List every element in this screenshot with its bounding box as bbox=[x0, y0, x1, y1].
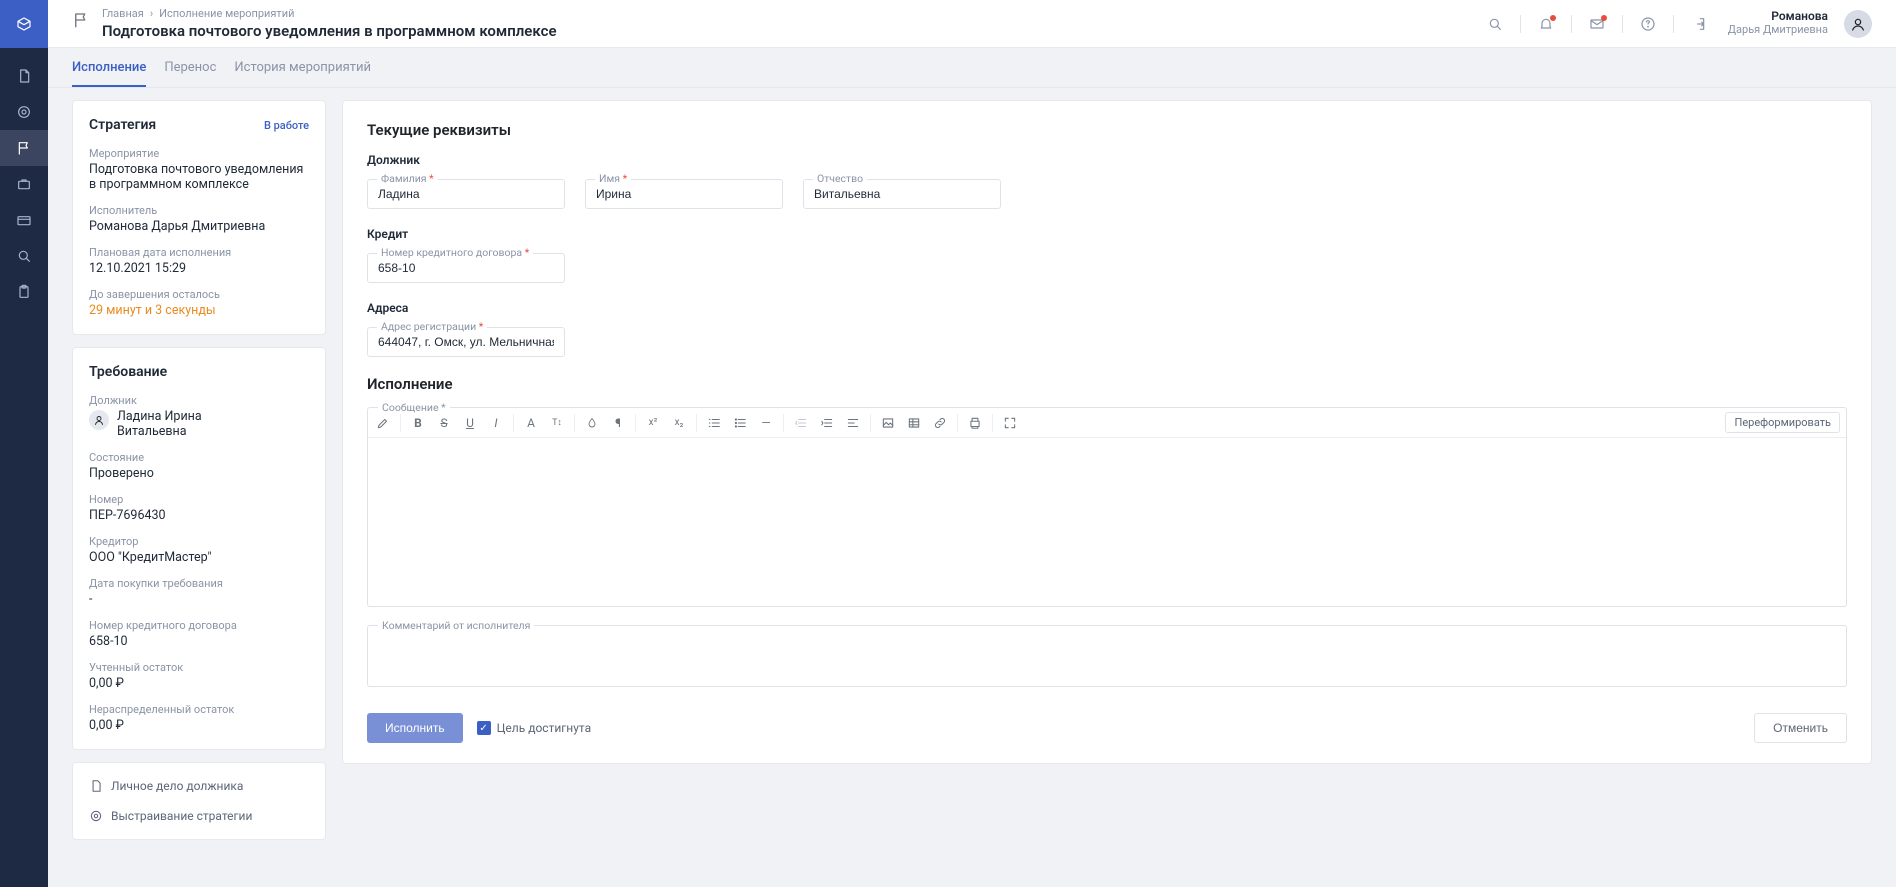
logout-icon[interactable] bbox=[1684, 9, 1714, 39]
search-icon[interactable] bbox=[1480, 9, 1510, 39]
execute-button[interactable]: Исполнить bbox=[367, 713, 463, 743]
print-icon[interactable] bbox=[962, 408, 988, 438]
nav-briefcase[interactable] bbox=[0, 166, 48, 202]
align-icon[interactable] bbox=[840, 408, 866, 438]
cancel-button[interactable]: Отменить bbox=[1754, 713, 1847, 743]
paragraph-icon[interactable]: ¶ bbox=[605, 408, 631, 438]
strategy-card: Стратегия В работе МероприятиеПодготовка… bbox=[72, 100, 326, 335]
image-icon[interactable] bbox=[875, 408, 901, 438]
nav-clipboard[interactable] bbox=[0, 274, 48, 310]
separator bbox=[1571, 15, 1572, 33]
breadcrumb: Главная › Исполнение мероприятий bbox=[102, 7, 557, 20]
requirement-card: Требование Должник Ладина Ирина Витальев… bbox=[72, 347, 326, 750]
bell-icon[interactable] bbox=[1531, 9, 1561, 39]
nav-flag[interactable] bbox=[0, 130, 48, 166]
form-card: Текущие реквизиты Должник Фамилия * Имя … bbox=[342, 100, 1872, 764]
section-current-details: Текущие реквизиты bbox=[367, 121, 1847, 139]
chevron-right-icon: › bbox=[150, 7, 153, 20]
tab-transfer[interactable]: Перенос bbox=[164, 60, 216, 87]
group-credit: Кредит bbox=[367, 227, 1847, 241]
page-title: Подготовка почтового уведомления в прогр… bbox=[102, 22, 557, 40]
outdent-icon[interactable] bbox=[788, 408, 814, 438]
nav-target[interactable] bbox=[0, 94, 48, 130]
nav-search[interactable] bbox=[0, 238, 48, 274]
status-badge: В работе bbox=[264, 119, 309, 132]
list-ul-icon[interactable] bbox=[727, 408, 753, 438]
underline-icon[interactable]: U bbox=[457, 408, 483, 438]
strategy-title: Стратегия bbox=[89, 117, 156, 133]
link-icon[interactable] bbox=[927, 408, 953, 438]
links-card: Личное дело должника Выстраивание страте… bbox=[72, 762, 326, 840]
nav-documents[interactable] bbox=[0, 58, 48, 94]
tab-history[interactable]: История мероприятий bbox=[234, 60, 371, 87]
message-textarea[interactable] bbox=[368, 438, 1846, 606]
indent-icon[interactable] bbox=[814, 408, 840, 438]
goal-checkbox[interactable]: ✓ Цель достигнута bbox=[477, 721, 591, 735]
topbar: Главная › Исполнение мероприятий Подгото… bbox=[48, 0, 1896, 48]
user-name: Романова Дарья Дмитриевна bbox=[1728, 10, 1828, 36]
avatar[interactable] bbox=[1844, 10, 1872, 38]
logo[interactable] bbox=[0, 0, 48, 48]
italic-icon[interactable]: I bbox=[483, 408, 509, 438]
font-family-icon[interactable]: A bbox=[518, 408, 544, 438]
editor-toolbar: B S U I A T↕ ¶ x² x₂ bbox=[368, 408, 1846, 438]
font-size-icon[interactable]: T↕ bbox=[544, 408, 570, 438]
link-debtor-file[interactable]: Личное дело должника bbox=[89, 771, 309, 801]
superscript-icon[interactable]: x² bbox=[640, 408, 666, 438]
crumb-home[interactable]: Главная bbox=[102, 7, 144, 20]
hr-icon[interactable]: — bbox=[753, 408, 779, 438]
fullscreen-icon[interactable] bbox=[997, 408, 1023, 438]
subscript-icon[interactable]: x₂ bbox=[666, 408, 692, 438]
section-execution: Исполнение bbox=[367, 375, 1847, 393]
help-icon[interactable] bbox=[1633, 9, 1663, 39]
table-icon[interactable] bbox=[901, 408, 927, 438]
crumb-section[interactable]: Исполнение мероприятий bbox=[159, 7, 294, 20]
separator bbox=[1622, 15, 1623, 33]
reform-button[interactable]: Переформировать bbox=[1725, 412, 1840, 433]
tabs: Исполнение Перенос История мероприятий bbox=[48, 48, 1896, 88]
sidebar bbox=[0, 0, 48, 887]
comment-field[interactable]: Комментарий от исполнителя bbox=[367, 625, 1847, 687]
requirement-title: Требование bbox=[89, 364, 167, 380]
message-editor: Сообщение * B S U I A T↕ ¶ bbox=[367, 407, 1847, 607]
flag-icon bbox=[72, 11, 90, 33]
color-icon[interactable] bbox=[579, 408, 605, 438]
group-addresses: Адреса bbox=[367, 301, 1847, 315]
mail-icon[interactable] bbox=[1582, 9, 1612, 39]
tab-execution[interactable]: Исполнение bbox=[72, 60, 146, 87]
separator bbox=[1520, 15, 1521, 33]
check-icon: ✓ bbox=[477, 721, 491, 735]
link-strategy-build[interactable]: Выстраивание стратегии bbox=[89, 801, 309, 831]
avatar bbox=[89, 410, 109, 430]
list-ol-icon[interactable] bbox=[701, 408, 727, 438]
separator bbox=[1673, 15, 1674, 33]
group-debtor: Должник bbox=[367, 153, 1847, 167]
nav-card[interactable] bbox=[0, 202, 48, 238]
